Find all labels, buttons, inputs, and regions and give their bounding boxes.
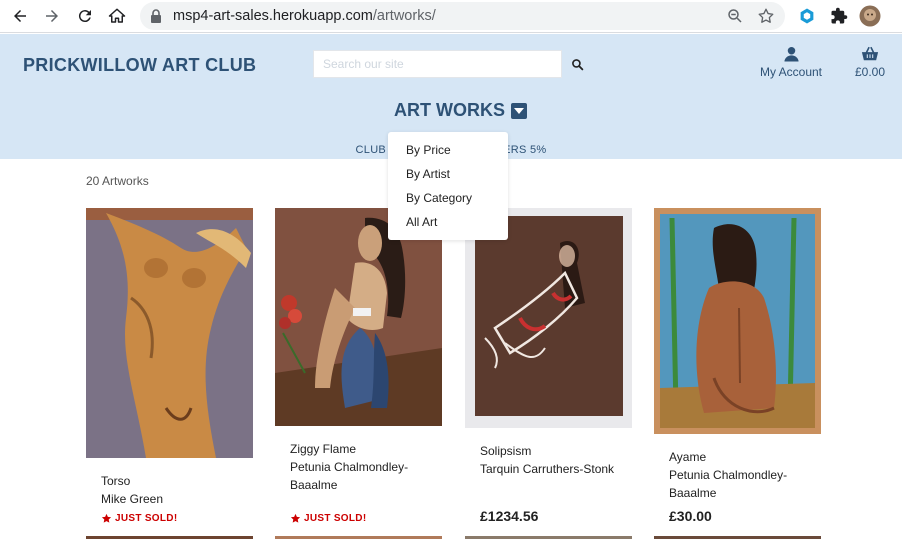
search-input[interactable] bbox=[314, 51, 561, 77]
profile-avatar-icon bbox=[859, 5, 881, 27]
ziggy-flame-painting bbox=[275, 208, 442, 426]
user-icon bbox=[783, 46, 799, 62]
artwork-image-solipsism[interactable] bbox=[465, 208, 632, 428]
search-icon bbox=[571, 58, 583, 70]
bookmark-star-icon[interactable] bbox=[757, 7, 775, 25]
lock-icon bbox=[151, 9, 161, 23]
artwork-image-torso[interactable] bbox=[86, 208, 253, 458]
my-account-label: My Account bbox=[759, 65, 823, 79]
zoom-icon[interactable] bbox=[726, 7, 744, 25]
puzzle-icon bbox=[831, 7, 848, 24]
artwork-artist: Tarquin Carruthers-Stonk bbox=[480, 462, 615, 476]
sold-label: JUST SOLD! bbox=[304, 513, 367, 524]
star-icon bbox=[290, 513, 301, 523]
banner-text-right: ERS 5% bbox=[503, 144, 547, 156]
reload-button[interactable] bbox=[73, 4, 97, 28]
artwork-count: 20 Artworks bbox=[86, 174, 149, 188]
art-works-menu-toggle[interactable]: ART WORKS bbox=[394, 100, 527, 121]
profile-avatar-button[interactable] bbox=[859, 5, 881, 27]
url-path: /artworks/ bbox=[372, 8, 436, 24]
solipsism-painting bbox=[465, 208, 632, 428]
home-button[interactable] bbox=[105, 4, 129, 28]
artwork-price: £30.00 bbox=[669, 508, 712, 524]
sold-label: JUST SOLD! bbox=[115, 513, 178, 524]
artwork-price: £1234.56 bbox=[480, 508, 539, 524]
arrow-right-icon bbox=[46, 10, 58, 22]
my-account-link[interactable]: My Account bbox=[752, 46, 830, 79]
address-url: msp4-art-sales.herokuapp.com/artworks/ bbox=[173, 8, 436, 24]
dropdown-item-by-price[interactable]: By Price bbox=[388, 142, 508, 166]
sold-badge: JUST SOLD! bbox=[101, 513, 177, 524]
dropdown-item-all-art[interactable]: All Art bbox=[388, 214, 508, 238]
artwork-artist: Petunia Chalmondley-Baaalme bbox=[290, 460, 409, 492]
ayame-painting bbox=[654, 208, 821, 434]
url-host: msp4-art-sales.herokuapp.com bbox=[173, 8, 373, 24]
site-brand-link[interactable]: PRICKWILLOW ART CLUB bbox=[23, 55, 256, 76]
artwork-title[interactable]: Ayame bbox=[669, 448, 799, 466]
reload-icon bbox=[78, 10, 91, 23]
artwork-image-ziggy-flame[interactable] bbox=[275, 208, 442, 426]
artwork-title[interactable]: Solipsism bbox=[480, 442, 614, 460]
card-info-solipsism: Solipsism Tarquin Carruthers-Stonk bbox=[480, 442, 614, 478]
back-button[interactable] bbox=[8, 4, 32, 28]
star-icon bbox=[101, 513, 112, 523]
arrow-left-icon bbox=[14, 10, 26, 22]
dropdown-item-by-artist[interactable]: By Artist bbox=[388, 166, 508, 190]
bag-total: £0.00 bbox=[854, 65, 886, 79]
artwork-image-ayame[interactable] bbox=[654, 208, 821, 434]
banner-text-left: CLUB bbox=[355, 144, 387, 156]
address-bar[interactable]: msp4-art-sales.herokuapp.com/artworks/ bbox=[140, 2, 785, 30]
hexagon-extension-icon bbox=[800, 8, 814, 24]
search-box bbox=[313, 50, 562, 78]
artwork-title[interactable]: Torso bbox=[101, 472, 163, 490]
card-info-ziggy-flame: Ziggy Flame Petunia Chalmondley-Baaalme bbox=[290, 440, 420, 494]
shopping-bag-link[interactable]: £0.00 bbox=[848, 46, 892, 79]
card-info-torso: Torso Mike Green bbox=[101, 472, 163, 508]
dropdown-item-by-category[interactable]: By Category bbox=[388, 190, 508, 214]
art-works-menu-label: ART WORKS bbox=[394, 100, 505, 120]
card-info-ayame: Ayame Petunia Chalmondley-Baaalme bbox=[669, 448, 799, 502]
shopping-basket-icon bbox=[861, 46, 879, 61]
sold-badge: JUST SOLD! bbox=[290, 513, 366, 524]
artwork-title[interactable]: Ziggy Flame bbox=[290, 440, 420, 458]
extension-hexagon-button[interactable] bbox=[796, 5, 818, 27]
browser-toolbar: msp4-art-sales.herokuapp.com/artworks/ bbox=[0, 0, 902, 33]
caret-down-icon bbox=[511, 102, 527, 119]
artwork-artist: Petunia Chalmondley-Baaalme bbox=[669, 468, 788, 500]
extensions-button[interactable] bbox=[828, 5, 850, 27]
torso-painting bbox=[86, 208, 253, 458]
forward-button[interactable] bbox=[40, 4, 64, 28]
home-icon bbox=[108, 8, 126, 23]
artwork-artist: Mike Green bbox=[101, 492, 164, 506]
art-works-dropdown: By Price By Artist By Category All Art bbox=[388, 132, 508, 240]
search-button[interactable] bbox=[565, 52, 589, 76]
